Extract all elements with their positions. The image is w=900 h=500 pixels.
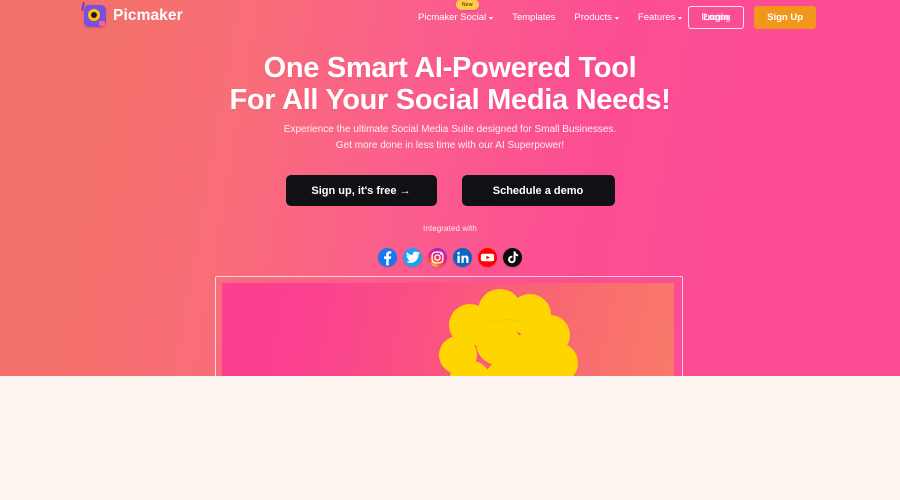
youtube-icon[interactable] (478, 248, 497, 267)
signup-button[interactable]: Sign Up (754, 6, 816, 29)
headline-line-1: One Smart AI-Powered Tool (263, 52, 637, 84)
page-bottom-section (0, 376, 900, 500)
hero-image-card (222, 283, 674, 376)
tiktok-icon[interactable] (503, 248, 522, 267)
hero-headline: One Smart AI-Powered Tool For All Your S… (0, 52, 900, 116)
character-hair (439, 289, 578, 376)
subheadline-line-2: Get more done in less time with our AI S… (335, 140, 565, 151)
nav-item-label: Products (574, 12, 612, 23)
twitter-icon[interactable] (403, 248, 422, 267)
brand-name: Picmaker (113, 7, 183, 24)
nav-item-products[interactable]: Products (574, 10, 619, 23)
signup-free-button[interactable]: Sign up, it's free → (285, 175, 437, 206)
nav-item-label: Features (637, 12, 676, 23)
login-button[interactable]: Login (688, 6, 745, 29)
top-navigation-bar: Picmaker New Picmaker Social Templates P… (0, 0, 900, 33)
nav-item-label: Picmaker Social (418, 12, 487, 23)
nav-actions: Login Sign Up (688, 6, 816, 29)
integrated-with-label: Integrated with (423, 224, 477, 233)
chevron-down-icon (489, 16, 494, 20)
hero-subheadline: Experience the ultimate Social Media Sui… (0, 122, 900, 154)
linkedin-icon[interactable] (453, 248, 472, 267)
nav-item-picmaker-social[interactable]: New Picmaker Social (418, 0, 494, 23)
schedule-demo-button[interactable]: Schedule a demo (461, 175, 615, 206)
instagram-icon[interactable] (428, 248, 447, 267)
facebook-icon[interactable] (378, 248, 397, 267)
subheadline-line-1: Experience the ultimate Social Media Sui… (283, 124, 617, 135)
social-icons-row (0, 248, 900, 267)
new-badge: New (456, 0, 479, 10)
nav-item-templates[interactable]: Templates (512, 10, 555, 23)
nav-links: New Picmaker Social Templates Products F… (418, 0, 730, 33)
hero-section: Picmaker New Picmaker Social Templates P… (0, 0, 900, 376)
chevron-down-icon (678, 16, 683, 20)
picmaker-logo-icon (81, 1, 106, 27)
headline-line-2: For All Your Social Media Needs! (229, 84, 671, 116)
brand-logo-link[interactable]: Picmaker (81, 1, 183, 27)
megaphone-character-illustration (439, 289, 578, 376)
nav-item-label: Templates (512, 12, 556, 23)
nav-item-features[interactable]: Features (638, 10, 683, 23)
chevron-down-icon (614, 16, 619, 20)
cta-button-row: Sign up, it's free → Schedule a demo (0, 175, 900, 206)
